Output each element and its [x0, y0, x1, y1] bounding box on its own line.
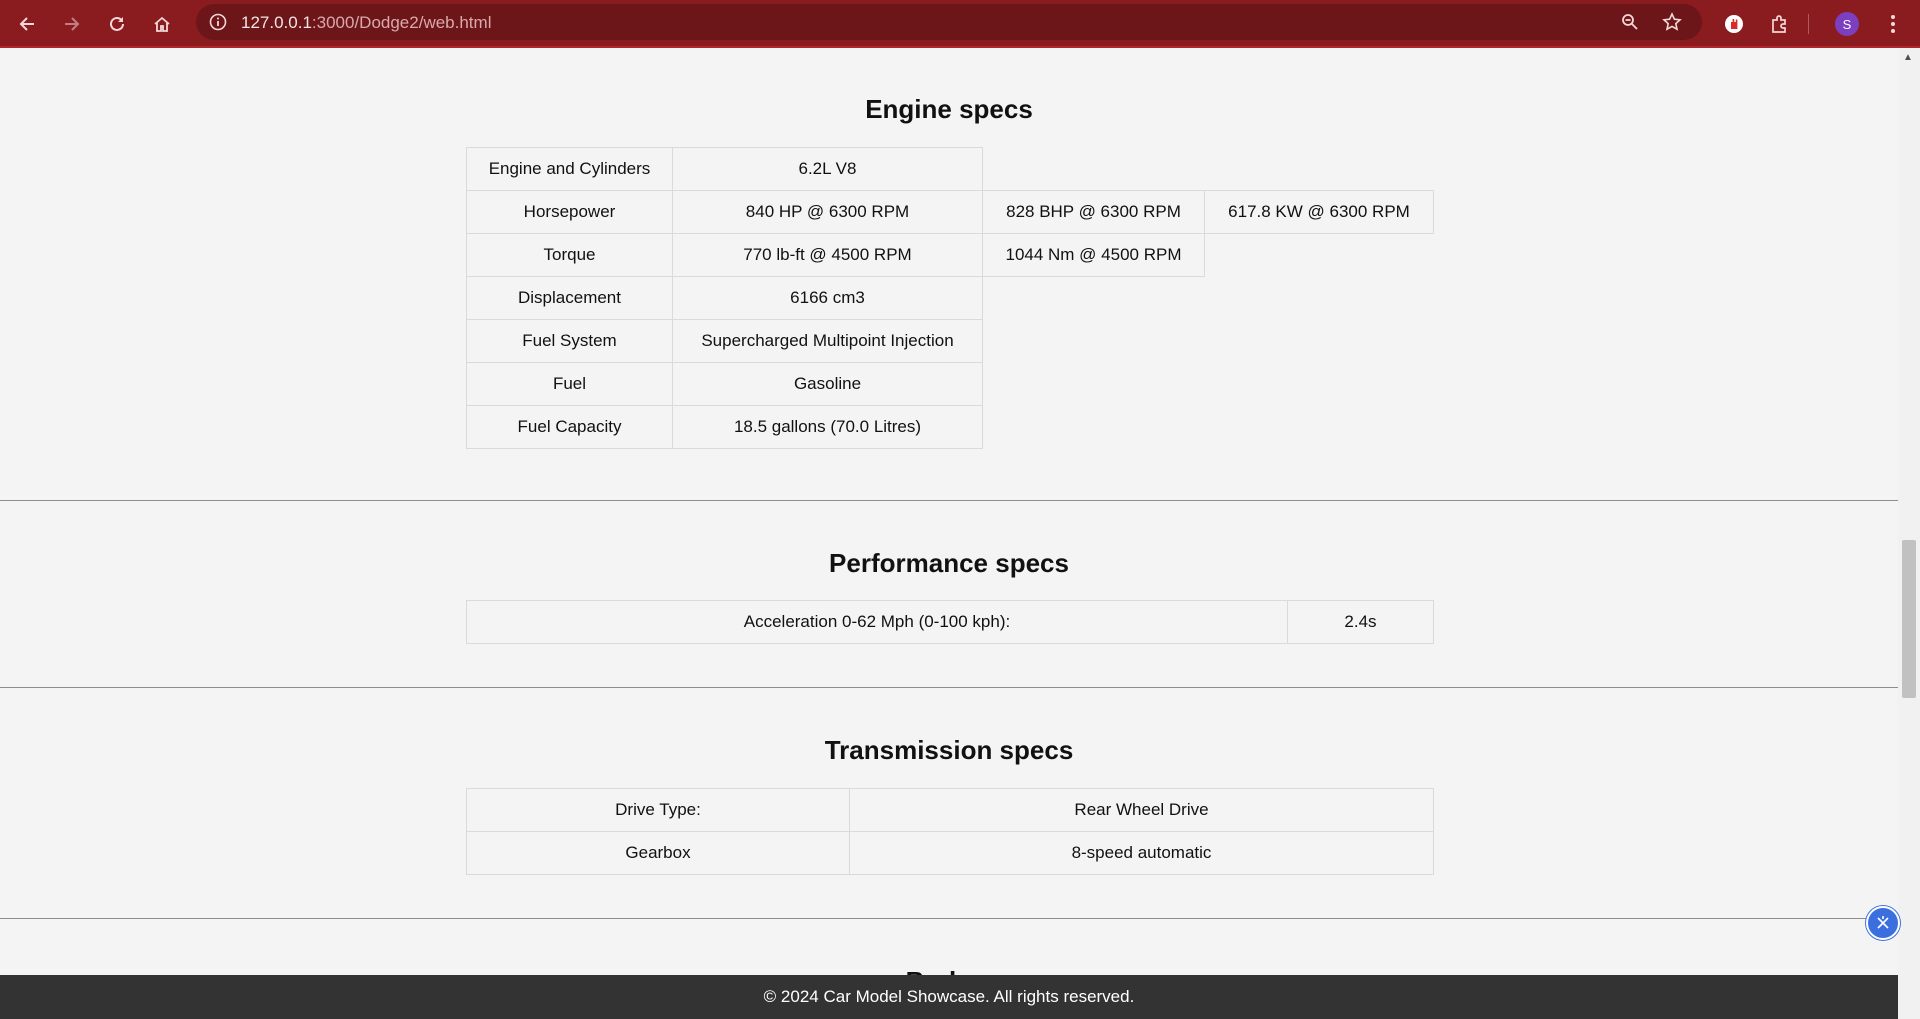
transmission-section: Transmission specs [0, 735, 1898, 766]
table-row: Horsepower 840 HP @ 6300 RPM 828 BHP @ 6… [466, 190, 1434, 234]
table-row: Torque 770 lb-ft @ 4500 RPM 1044 Nm @ 45… [466, 233, 1434, 277]
forward-icon[interactable] [56, 8, 88, 40]
performance-table: Acceleration 0-62 Mph (0-100 kph): 2.4s [466, 600, 1434, 644]
table-cell: 18.5 gallons (70.0 Litres) [672, 405, 983, 449]
table-cell: Rear Wheel Drive [849, 788, 1434, 832]
section-divider [0, 500, 1898, 501]
address-bar[interactable]: 127.0.0.1:3000/Dodge2/web.html [196, 4, 1702, 40]
extensions-puzzle-icon[interactable] [1764, 8, 1796, 40]
url-text: 127.0.0.1:3000/Dodge2/web.html [241, 13, 491, 33]
url-host: 127.0.0.1 [241, 13, 312, 32]
table-cell: Supercharged Multipoint Injection [672, 319, 983, 363]
table-row: Engine and Cylinders 6.2L V8 [466, 147, 1434, 191]
table-cell: Gearbox [466, 831, 850, 875]
url-path: :3000/Dodge2/web.html [311, 13, 492, 32]
reload-icon[interactable] [101, 8, 133, 40]
bookmark-star-icon[interactable] [1660, 10, 1684, 34]
scroll-thumb[interactable] [1902, 540, 1916, 698]
table-row: Drive Type: Rear Wheel Drive [466, 788, 1434, 832]
table-cell: 770 lb-ft @ 4500 RPM [672, 233, 983, 277]
performance-title: Performance specs [829, 548, 1069, 578]
scrollbar-track-bottom [1898, 975, 1920, 1019]
table-cell: Horsepower [466, 190, 673, 234]
table-row: Fuel Capacity 18.5 gallons (70.0 Litres) [466, 405, 1434, 449]
table-cell: 828 BHP @ 6300 RPM [982, 190, 1205, 234]
table-cell: Fuel [466, 362, 673, 406]
transmission-table: Drive Type: Rear Wheel Drive Gearbox 8-s… [466, 788, 1434, 875]
floating-translate-icon[interactable] [1866, 906, 1900, 940]
scroll-up-arrow-icon[interactable]: ▲ [1903, 52, 1913, 63]
footer-text: © 2024 Car Model Showcase. All rights re… [763, 987, 1135, 1006]
zoom-icon[interactable] [1618, 10, 1642, 34]
table-row: Fuel System Supercharged Multipoint Inje… [466, 319, 1434, 363]
section-divider [0, 687, 1898, 688]
table-cell: Torque [466, 233, 673, 277]
engine-section: Engine specs [0, 94, 1898, 125]
back-icon[interactable] [11, 8, 43, 40]
table-row: Gearbox 8-speed automatic [466, 831, 1434, 875]
table-cell: Engine and Cylinders [466, 147, 673, 191]
table-cell: Acceleration 0-62 Mph (0-100 kph): [466, 600, 1288, 644]
page-footer: © 2024 Car Model Showcase. All rights re… [0, 975, 1898, 1019]
table-cell: Fuel System [466, 319, 673, 363]
performance-section: Performance specs [0, 548, 1898, 579]
table-cell: Gasoline [672, 362, 983, 406]
page-content: Engine specs Engine and Cylinders 6.2L V… [0, 48, 1898, 975]
toolbar-divider [1808, 14, 1809, 34]
home-icon[interactable] [146, 8, 178, 40]
table-row: Displacement 6166 cm3 [466, 276, 1434, 320]
table-row: Acceleration 0-62 Mph (0-100 kph): 2.4s [466, 600, 1434, 644]
extension-hand-icon[interactable] [1718, 8, 1750, 40]
table-cell: 617.8 KW @ 6300 RPM [1204, 190, 1434, 234]
site-info-icon[interactable] [206, 10, 230, 34]
transmission-title: Transmission specs [824, 735, 1074, 765]
brakes-title: Brakes [0, 966, 1898, 975]
table-row: Fuel Gasoline [466, 362, 1434, 406]
table-cell: 840 HP @ 6300 RPM [672, 190, 983, 234]
browser-toolbar: 127.0.0.1:3000/Dodge2/web.html S [0, 0, 1920, 48]
profile-avatar[interactable]: S [1835, 12, 1859, 36]
table-cell: 6.2L V8 [672, 147, 983, 191]
page-scrollbar[interactable]: ▲ [1898, 48, 1920, 975]
section-divider [0, 918, 1898, 919]
brakes-section: Brakes [0, 966, 1898, 975]
engine-table: Engine and Cylinders 6.2L V8 Horsepower … [466, 147, 1434, 449]
table-cell: 1044 Nm @ 4500 RPM [982, 233, 1205, 277]
table-cell: 2.4s [1287, 600, 1434, 644]
menu-kebab-icon[interactable] [1877, 8, 1909, 40]
table-cell: 6166 cm3 [672, 276, 983, 320]
table-cell: Drive Type: [466, 788, 850, 832]
engine-title: Engine specs [865, 94, 1033, 124]
table-cell: Fuel Capacity [466, 405, 673, 449]
table-cell: 8-speed automatic [849, 831, 1434, 875]
table-cell: Displacement [466, 276, 673, 320]
